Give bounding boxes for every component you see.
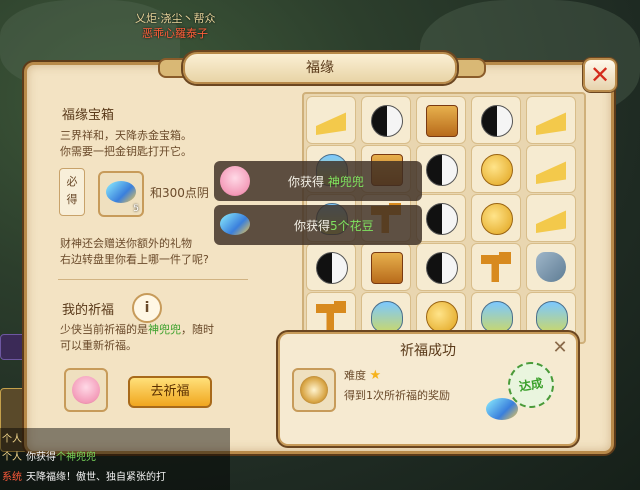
grid-cell bbox=[526, 194, 576, 242]
close-icon[interactable]: ✕ bbox=[550, 338, 570, 358]
toast-text: 你获得5个花豆 bbox=[294, 219, 374, 233]
bag-icon bbox=[536, 301, 568, 333]
chat-line: 个人 bbox=[2, 434, 22, 445]
player-nameplate: 恶乖心羅泰子 bbox=[142, 27, 208, 40]
grid-cell bbox=[361, 96, 411, 144]
bag-icon bbox=[481, 301, 513, 333]
section-divider bbox=[58, 279, 248, 280]
cheese-icon bbox=[536, 161, 566, 184]
yinyang-icon bbox=[426, 203, 458, 235]
grid-cell bbox=[471, 243, 521, 291]
treasure-section-title: 福缘宝箱 bbox=[62, 108, 115, 123]
grid-cell bbox=[471, 194, 521, 242]
compass-icon bbox=[300, 376, 328, 404]
compass-item-slot[interactable] bbox=[292, 368, 336, 412]
close-button[interactable]: ✕ bbox=[583, 58, 617, 92]
grid-cell bbox=[306, 243, 356, 291]
grid-cell bbox=[361, 243, 411, 291]
obtained-toast: 你获得 神兜兜 bbox=[214, 161, 422, 201]
prayer-description: 少侠当前祈福的是神兜兜，随时 可以重新祈福。 bbox=[60, 323, 214, 352]
yinyang-icon bbox=[316, 252, 348, 284]
reward-item-slot[interactable]: 5 bbox=[98, 171, 144, 217]
pig-mascot-icon bbox=[72, 376, 100, 404]
grid-cell bbox=[526, 243, 576, 291]
bean-icon bbox=[220, 213, 250, 235]
cheese-icon bbox=[536, 210, 566, 233]
grid-cell bbox=[416, 243, 466, 291]
yinyang-icon bbox=[426, 154, 458, 186]
reward-text: 和300点阴 bbox=[150, 186, 209, 200]
cheese-icon bbox=[536, 112, 566, 135]
gold-icon bbox=[426, 301, 458, 333]
bag-icon bbox=[371, 301, 403, 333]
grid-cell bbox=[416, 194, 466, 242]
yinyang-icon bbox=[481, 105, 513, 137]
info-icon[interactable]: i bbox=[132, 293, 162, 323]
close-icon: ✕ bbox=[589, 61, 611, 89]
extra-gift-text: 财神还会赠送你额外的礼物 右边转盘里你看上哪一件了呢? bbox=[60, 237, 209, 266]
grid-cell bbox=[526, 96, 576, 144]
scroll-icon bbox=[426, 105, 458, 137]
grid-cell bbox=[306, 96, 356, 144]
cheese-icon bbox=[316, 112, 346, 135]
key-icon bbox=[536, 252, 566, 282]
treasure-description: 三界祥和，天降赤金宝箱。 你需要一把金钥匙打开它。 bbox=[60, 129, 192, 158]
chat-line: 系统 天降福缘！傲世、独自紧张的打 bbox=[2, 472, 166, 483]
pig-mascot-icon bbox=[220, 166, 250, 196]
difficulty-label: 难度 ★ bbox=[344, 368, 382, 383]
prayer-section-title: 我的祈福 bbox=[62, 303, 115, 318]
grid-cell bbox=[471, 96, 521, 144]
hammer-icon bbox=[316, 301, 346, 331]
chat-line: 个人 你获得个神兜兜 bbox=[2, 452, 96, 463]
chat-box: 个人 个人 你获得个神兜兜 系统 天降福缘！傲世、独自紧张的打 bbox=[0, 428, 230, 490]
panel-title: 福缘 bbox=[183, 52, 457, 84]
obtained-toast: 你获得5个花豆 bbox=[214, 205, 422, 245]
blessing-success-popup: 祈福成功 ✕ 难度 ★ 得到1次所祈福的奖励 达成 bbox=[278, 332, 578, 446]
bean-icon bbox=[106, 181, 136, 203]
gold-icon bbox=[481, 154, 513, 186]
grid-cell bbox=[526, 145, 576, 193]
grid-cell bbox=[471, 145, 521, 193]
gold-icon bbox=[481, 203, 513, 235]
bean-icon bbox=[486, 398, 518, 420]
go-pray-button[interactable]: 去祈福 bbox=[128, 376, 212, 408]
grid-cell bbox=[416, 145, 466, 193]
player-nameplate: 乂炬·浇尘丶帮众 bbox=[135, 12, 216, 25]
star-icon: ★ bbox=[369, 368, 382, 383]
item-count: 5 bbox=[133, 204, 139, 214]
yinyang-icon bbox=[426, 252, 458, 284]
blessing-reward-text: 得到1次所祈福的奖励 bbox=[344, 389, 450, 402]
hammer-icon bbox=[481, 252, 511, 282]
blessing-title: 祈福成功 bbox=[400, 343, 456, 359]
scroll-icon bbox=[371, 252, 403, 284]
toast-text: 你获得 神兜兜 bbox=[288, 175, 364, 189]
guaranteed-label: 必得 bbox=[59, 168, 85, 216]
grid-cell bbox=[416, 96, 466, 144]
yinyang-icon bbox=[371, 105, 403, 137]
prayer-item-slot[interactable] bbox=[64, 368, 108, 412]
